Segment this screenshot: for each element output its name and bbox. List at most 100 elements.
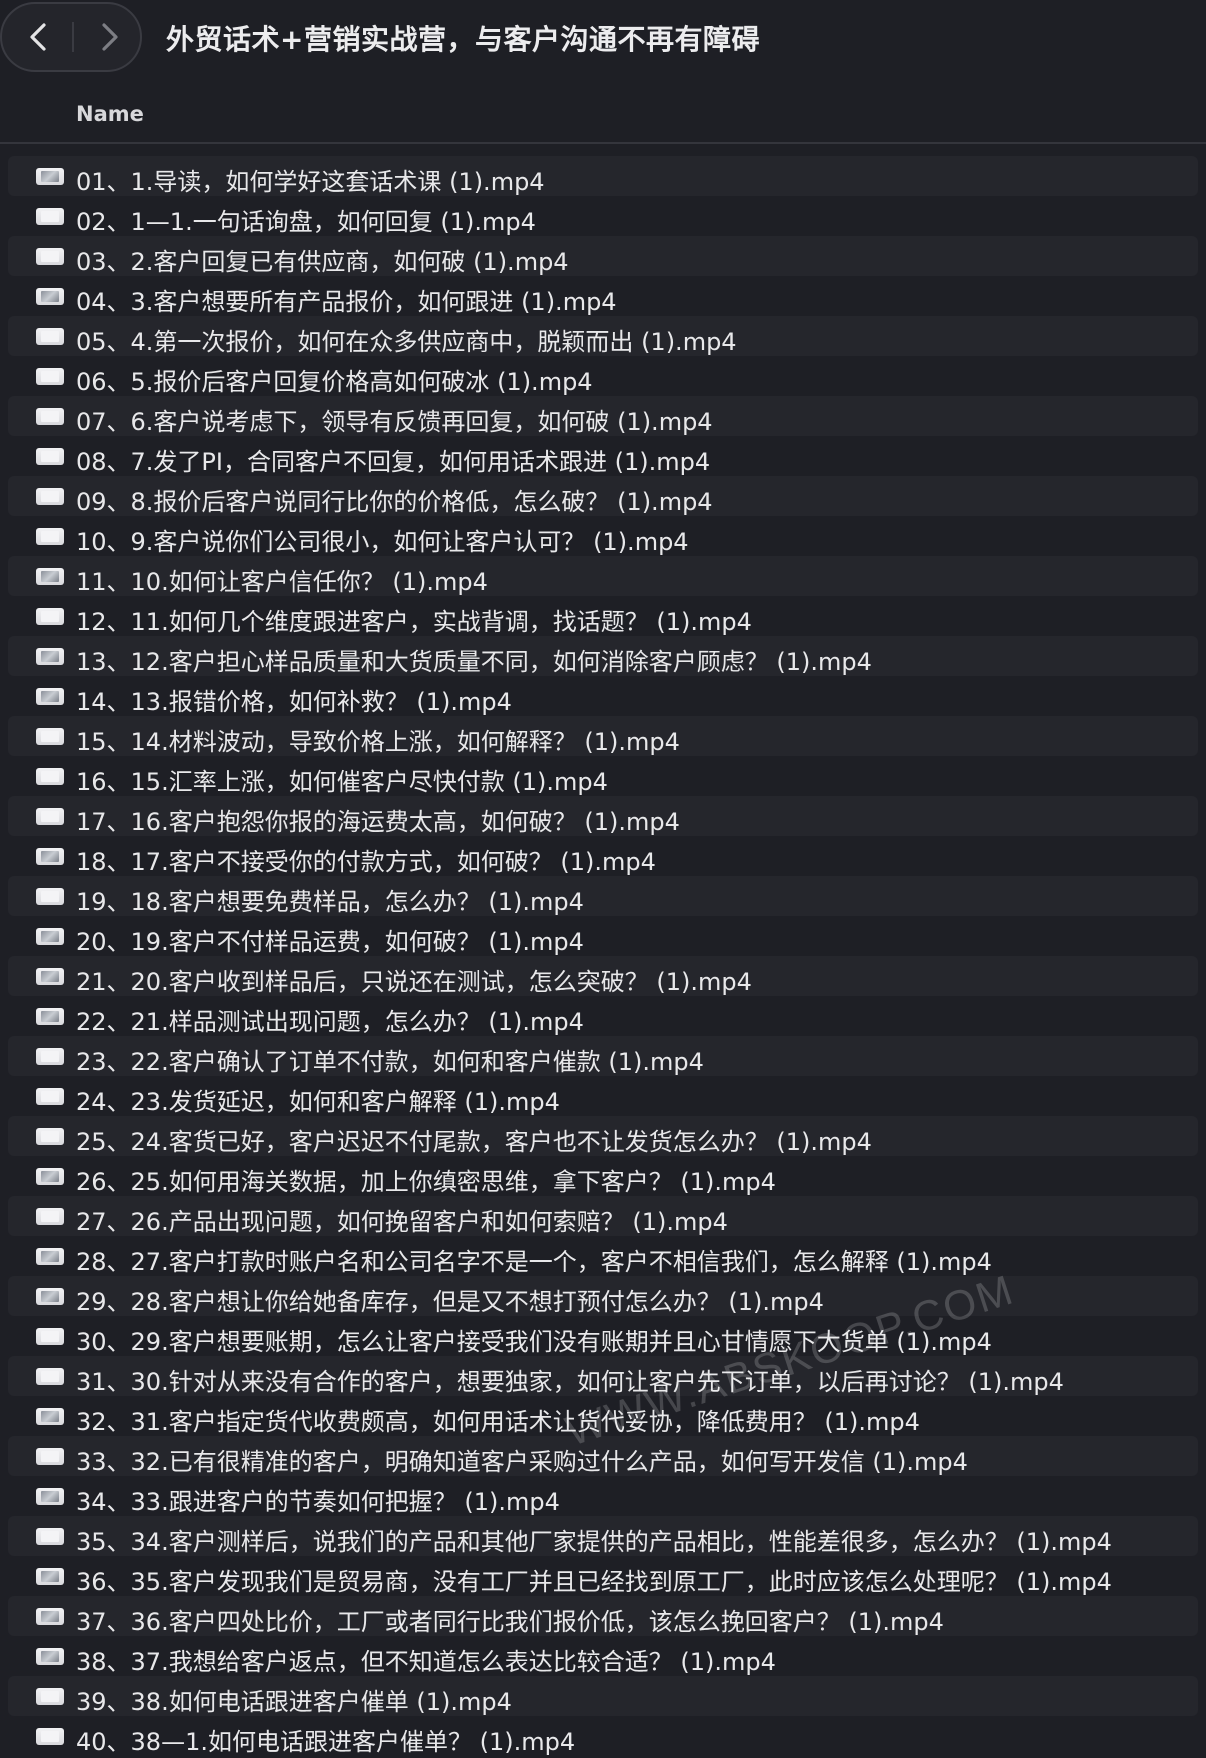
file-row[interactable]: 23、22.客户确认了订单不付款，如何和客户催款 (1).mp4: [8, 1036, 1198, 1076]
file-row[interactable]: 24、23.发货延迟，如何和客户解释 (1).mp4: [8, 1076, 1198, 1116]
file-row[interactable]: 37、36.客户四处比价，工厂或者同行比我们报价低，该怎么挽回客户？ (1).m…: [8, 1596, 1198, 1636]
video-file-icon: [36, 1048, 64, 1065]
file-row[interactable]: 09、8.报价后客户说同行比你的价格低，怎么破？ (1).mp4: [8, 476, 1198, 516]
video-file-icon: [36, 1328, 64, 1345]
video-file-icon: [36, 248, 64, 265]
file-row[interactable]: 29、28.客户想让你给她备库存，但是又不想打预付怎么办？ (1).mp4: [8, 1276, 1198, 1316]
video-file-icon: [36, 368, 64, 385]
file-row[interactable]: 20、19.客户不付样品运费，如何破？ (1).mp4: [8, 916, 1198, 956]
video-thumbnail: [41, 211, 59, 222]
video-thumbnail: [41, 811, 59, 822]
file-row[interactable]: 33、32.已有很精准的客户，明确知道客户采购过什么产品，如何写开发信 (1).…: [8, 1436, 1198, 1476]
file-row[interactable]: 15、14.材料波动，导致价格上涨，如何解释？ (1).mp4: [8, 716, 1198, 756]
file-name: 07、6.客户说考虑下，领导有反馈再回复，如何破 (1).mp4: [76, 408, 713, 436]
forward-button[interactable]: [74, 4, 144, 70]
chevron-left-icon: [30, 23, 46, 51]
file-row[interactable]: 19、18.客户想要免费样品，怎么办？ (1).mp4: [8, 876, 1198, 916]
file-name: 31、30.针对从来没有合作的客户，想要独家，如何让客户先下订单，以后再讨论？ …: [76, 1368, 1064, 1396]
video-thumbnail: [41, 1571, 59, 1582]
video-file-icon: [36, 288, 64, 305]
video-thumbnail: [41, 531, 59, 542]
video-thumbnail: [41, 691, 59, 702]
file-name: 30、29.客户想要账期，怎么让客户接受我们没有账期并且心甘情愿下大货单 (1)…: [76, 1328, 992, 1356]
file-name: 29、28.客户想让你给她备库存，但是又不想打预付怎么办？ (1).mp4: [76, 1288, 824, 1316]
file-name: 23、22.客户确认了订单不付款，如何和客户催款 (1).mp4: [76, 1048, 704, 1076]
file-name: 14、13.报错价格，如何补救？ (1).mp4: [76, 688, 512, 716]
file-row[interactable]: 13、12.客户担心样品质量和大货质量不同，如何消除客户顾虑？ (1).mp4: [8, 636, 1198, 676]
file-name: 12、11.如何几个维度跟进客户，实战背调，找话题？ (1).mp4: [76, 608, 752, 636]
file-row[interactable]: 07、6.客户说考虑下，领导有反馈再回复，如何破 (1).mp4: [8, 396, 1198, 436]
file-row[interactable]: 16、15.汇率上涨，如何催客户尽快付款 (1).mp4: [8, 756, 1198, 796]
file-row[interactable]: 12、11.如何几个维度跟进客户，实战背调，找话题？ (1).mp4: [8, 596, 1198, 636]
video-file-icon: [36, 528, 64, 545]
file-name: 28、27.客户打款时账户名和公司名字不是一个，客户不相信我们，怎么解释 (1)…: [76, 1248, 992, 1276]
video-file-icon: [36, 1208, 64, 1225]
column-header-name[interactable]: Name: [76, 102, 144, 126]
file-name: 02、1—1.一句话询盘，如何回复 (1).mp4: [76, 208, 536, 236]
video-thumbnail: [41, 1331, 59, 1342]
video-thumbnail: [41, 1051, 59, 1062]
video-thumbnail: [41, 171, 59, 182]
video-file-icon: [36, 568, 64, 585]
navigation-buttons: [0, 2, 142, 72]
file-name: 27、26.产品出现问题，如何挽留客户和如何索赔？ (1).mp4: [76, 1208, 728, 1236]
file-name: 32、31.客户指定货代收费颇高，如何用话术让货代妥协，降低费用？ (1).mp…: [76, 1408, 920, 1436]
file-row[interactable]: 30、29.客户想要账期，怎么让客户接受我们没有账期并且心甘情愿下大货单 (1)…: [8, 1316, 1198, 1356]
video-thumbnail: [41, 251, 59, 262]
file-row[interactable]: 08、7.发了PI，合同客户不回复，如何用话术跟进 (1).mp4: [8, 436, 1198, 476]
video-file-icon: [36, 1528, 64, 1545]
file-row[interactable]: 26、25.如何用海关数据，加上你缜密思维，拿下客户？ (1).mp4: [8, 1156, 1198, 1196]
file-row[interactable]: 03、2.客户回复已有供应商，如何破 (1).mp4: [8, 236, 1198, 276]
file-row[interactable]: 25、24.客货已好，客户迟迟不付尾款，客户也不让发货怎么办？ (1).mp4: [8, 1116, 1198, 1156]
file-row[interactable]: 28、27.客户打款时账户名和公司名字不是一个，客户不相信我们，怎么解释 (1)…: [8, 1236, 1198, 1276]
file-row[interactable]: 32、31.客户指定货代收费颇高，如何用话术让货代妥协，降低费用？ (1).mp…: [8, 1396, 1198, 1436]
video-thumbnail: [41, 1371, 59, 1382]
video-file-icon: [36, 608, 64, 625]
file-row[interactable]: 02、1—1.一句话询盘，如何回复 (1).mp4: [8, 196, 1198, 236]
file-name: 35、34.客户测样后，说我们的产品和其他厂家提供的产品相比，性能差很多，怎么办…: [76, 1528, 1112, 1556]
file-row[interactable]: 06、5.报价后客户回复价格高如何破冰 (1).mp4: [8, 356, 1198, 396]
file-row[interactable]: 35、34.客户测样后，说我们的产品和其他厂家提供的产品相比，性能差很多，怎么办…: [8, 1516, 1198, 1556]
file-row[interactable]: 27、26.产品出现问题，如何挽留客户和如何索赔？ (1).mp4: [8, 1196, 1198, 1236]
file-row[interactable]: 04、3.客户想要所有产品报价，如何跟进 (1).mp4: [8, 276, 1198, 316]
file-name: 17、16.客户抱怨你报的海运费太高，如何破？ (1).mp4: [76, 808, 680, 836]
file-name: 24、23.发货延迟，如何和客户解释 (1).mp4: [76, 1088, 560, 1116]
file-name: 22、21.样品测试出现问题，怎么办？ (1).mp4: [76, 1008, 584, 1036]
file-name: 34、33.跟进客户的节奏如何把握？ (1).mp4: [76, 1488, 560, 1516]
file-name: 37、36.客户四处比价，工厂或者同行比我们报价低，该怎么挽回客户？ (1).m…: [76, 1608, 944, 1636]
file-row[interactable]: 14、13.报错价格，如何补救？ (1).mp4: [8, 676, 1198, 716]
video-thumbnail: [41, 371, 59, 382]
video-file-icon: [36, 1688, 64, 1705]
back-button[interactable]: [4, 4, 74, 70]
file-row[interactable]: 21、20.客户收到样品后，只说还在测试，怎么突破？ (1).mp4: [8, 956, 1198, 996]
video-thumbnail: [41, 1411, 59, 1422]
file-row[interactable]: 22、21.样品测试出现问题，怎么办？ (1).mp4: [8, 996, 1198, 1036]
file-name: 19、18.客户想要免费样品，怎么办？ (1).mp4: [76, 888, 584, 916]
file-row[interactable]: 38、37.我想给客户返点，但不知道怎么表达比较合适？ (1).mp4: [8, 1636, 1198, 1676]
file-row[interactable]: 31、30.针对从来没有合作的客户，想要独家，如何让客户先下订单，以后再讨论？ …: [8, 1356, 1198, 1396]
file-row[interactable]: 01、1.导读，如何学好这套话术课 (1).mp4: [8, 156, 1198, 196]
video-file-icon: [36, 1648, 64, 1665]
file-row[interactable]: 40、38—1.如何电话跟进客户催单？ (1).mp4: [8, 1716, 1198, 1756]
title-bar: 外贸话术+营销实战营，与客户沟通不再有障碍: [0, 0, 1206, 80]
file-row[interactable]: 17、16.客户抱怨你报的海运费太高，如何破？ (1).mp4: [8, 796, 1198, 836]
file-row[interactable]: 10、9.客户说你们公司很小，如何让客户认可？ (1).mp4: [8, 516, 1198, 556]
file-row[interactable]: 39、38.如何电话跟进客户催单 (1).mp4: [8, 1676, 1198, 1716]
file-row[interactable]: 18、17.客户不接受你的付款方式，如何破？ (1).mp4: [8, 836, 1198, 876]
video-thumbnail: [41, 411, 59, 422]
file-name: 39、38.如何电话跟进客户催单 (1).mp4: [76, 1688, 512, 1716]
video-thumbnail: [41, 971, 59, 982]
video-file-icon: [36, 1168, 64, 1185]
file-row[interactable]: 36、35.客户发现我们是贸易商，没有工厂并且已经找到原工厂，此时应该怎么处理呢…: [8, 1556, 1198, 1596]
video-file-icon: [36, 1608, 64, 1625]
video-file-icon: [36, 888, 64, 905]
video-thumbnail: [41, 1211, 59, 1222]
video-thumbnail: [41, 611, 59, 622]
video-file-icon: [36, 1088, 64, 1105]
video-thumbnail: [41, 1691, 59, 1702]
file-row[interactable]: 11、10.如何让客户信任你？ (1).mp4: [8, 556, 1198, 596]
file-row[interactable]: 05、4.第一次报价，如何在众多供应商中，脱颖而出 (1).mp4: [8, 316, 1198, 356]
video-file-icon: [36, 208, 64, 225]
video-file-icon: [36, 768, 64, 785]
file-row[interactable]: 34、33.跟进客户的节奏如何把握？ (1).mp4: [8, 1476, 1198, 1516]
